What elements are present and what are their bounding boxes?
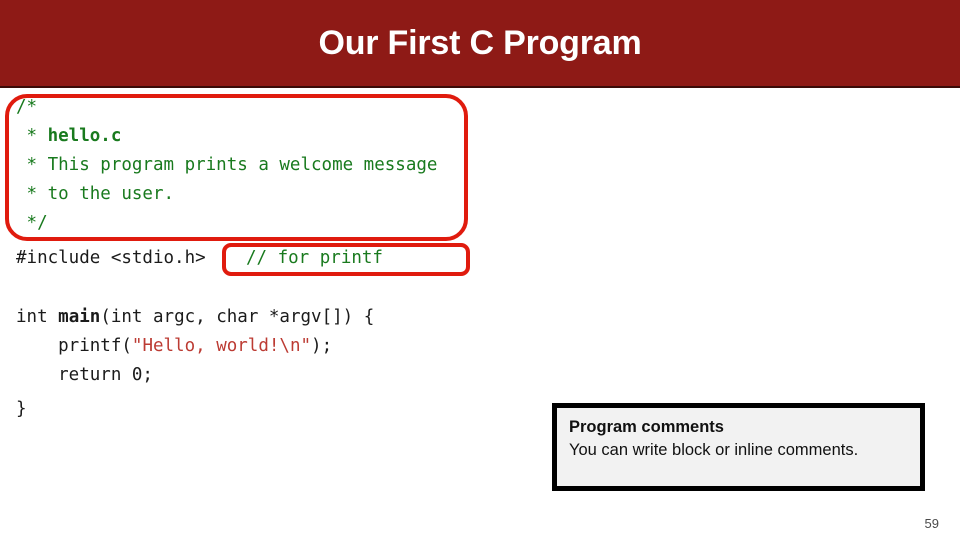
- code-line: */: [16, 212, 48, 234]
- code-line: }: [16, 398, 27, 420]
- code-token: hello.c: [47, 126, 122, 146]
- code-token: return 0;: [16, 365, 153, 385]
- code-token: }: [16, 399, 27, 419]
- callout-body: You can write block or inline comments.: [569, 441, 859, 459]
- slide-header-banner: Our First C Program: [0, 0, 960, 88]
- code-token: "Hello, world!\n": [131, 336, 312, 356]
- code-token: int: [16, 307, 59, 327]
- code-line: * to the user.: [16, 183, 175, 205]
- code-token: *: [16, 126, 48, 146]
- code-line: return 0;: [16, 364, 153, 386]
- code-token: printf(: [16, 336, 132, 356]
- code-line: * hello.c: [16, 125, 122, 147]
- code-line: // for printf: [246, 247, 383, 269]
- page-title: Our First C Program: [318, 24, 642, 62]
- code-token: main: [58, 307, 101, 327]
- code-line: * This program prints a welcome message: [16, 154, 438, 176]
- code-token: * to the user.: [16, 184, 175, 204]
- code-token: );: [311, 336, 333, 356]
- code-token: // for printf: [246, 248, 383, 268]
- callout-title: Program comments: [569, 418, 724, 436]
- code-line: printf("Hello, world!\n");: [16, 335, 332, 357]
- code-line: int main(int argc, char *argv[]) {: [16, 306, 374, 328]
- program-comments-callout: Program comments You can write block or …: [552, 403, 925, 491]
- code-line: #include <stdio.h>: [16, 247, 206, 269]
- code-token: /*: [16, 97, 38, 117]
- code-line: /*: [16, 96, 37, 118]
- code-token: */: [16, 213, 48, 233]
- code-token: (int argc, char *argv[]) {: [100, 307, 375, 327]
- code-token: * This program prints a welcome message: [16, 155, 438, 175]
- code-token: #include <stdio.h>: [16, 248, 206, 268]
- page-number: 59: [924, 516, 939, 531]
